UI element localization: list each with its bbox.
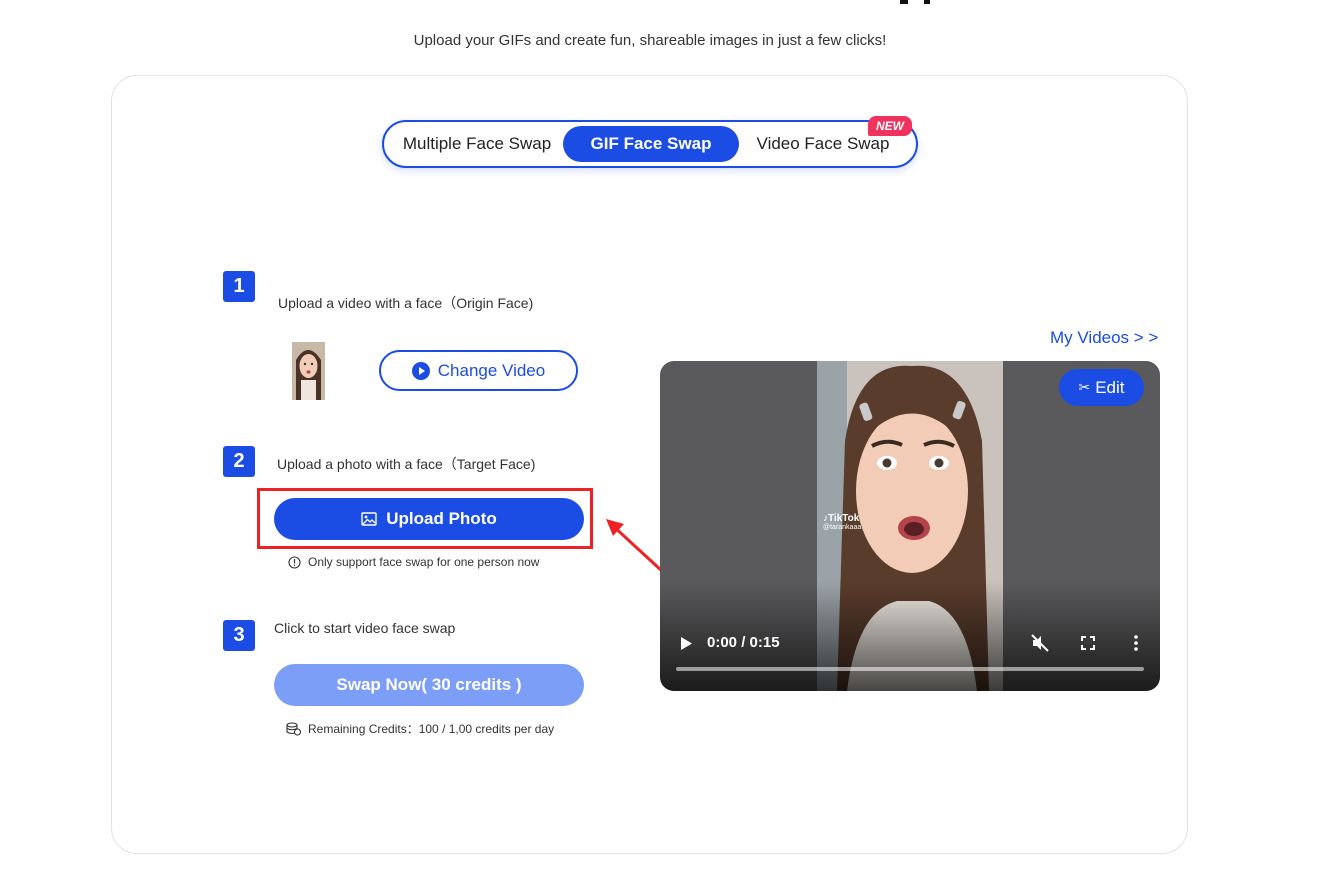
step-2-number: 2 (223, 446, 255, 477)
change-video-label: Change Video (437, 360, 546, 380)
single-person-note-text: Only support face swap for one person no… (308, 555, 540, 569)
tiktok-watermark-text: TikTok (828, 513, 860, 524)
play-circle-icon (411, 361, 430, 380)
fullscreen-icon[interactable] (1081, 636, 1095, 650)
upload-photo-button[interactable]: Upload Photo (274, 498, 584, 540)
step-1-label: Upload a video with a face（Origin Face) (278, 295, 534, 311)
remaining-credits: Remaining Credits：100 / 1,00 credits per… (286, 720, 554, 737)
coins-icon (286, 721, 301, 736)
step-3-label: Click to start video face swap (274, 620, 456, 636)
time-display: 0:00 / 0:15 (707, 634, 780, 651)
edit-label: Edit (1095, 377, 1125, 397)
video-thumbnail[interactable] (292, 342, 325, 400)
tiktok-watermark: ♪TikTok @tarankaaa (823, 513, 861, 531)
info-icon (288, 555, 301, 569)
mode-tabs: Multiple Face Swap GIF Face Swap Video F… (382, 120, 918, 168)
step-2-label: Upload a photo with a face（Target Face) (277, 456, 536, 472)
mute-icon[interactable] (1031, 634, 1049, 652)
my-videos-link[interactable]: My Videos > > (1050, 328, 1158, 348)
upload-photo-label: Upload Photo (386, 509, 497, 528)
tab-gif-face-swap[interactable]: GIF Face Swap (563, 126, 739, 162)
tab-multiple-face-swap[interactable]: Multiple Face Swap (394, 126, 560, 162)
edit-button[interactable]: ✂ Edit (1059, 369, 1144, 406)
change-video-button[interactable]: Change Video (379, 350, 578, 391)
new-badge: NEW (868, 116, 912, 136)
play-icon[interactable] (679, 636, 693, 651)
tiktok-watermark-handle: @tarankaaa (823, 524, 862, 531)
page-subtitle: Upload your GIFs and create fun, shareab… (413, 32, 887, 49)
step-1-number: 1 (223, 271, 255, 302)
page-title-cutoff (878, 0, 938, 4)
more-options-icon[interactable] (1133, 635, 1139, 651)
remaining-credits-text: Remaining Credits：100 / 1,00 credits per… (308, 722, 555, 736)
scissors-icon: ✂ (1078, 379, 1091, 395)
image-icon (361, 512, 377, 526)
video-player[interactable]: ♪TikTok @tarankaaa ✂ Edit 0:00 / 0:15 (660, 361, 1160, 691)
progress-bar[interactable] (676, 667, 1144, 671)
step-3-number: 3 (223, 620, 255, 651)
swap-now-button[interactable]: Swap Now( 30 credits ) (274, 664, 584, 706)
single-person-note: Only support face swap for one person no… (288, 555, 539, 569)
